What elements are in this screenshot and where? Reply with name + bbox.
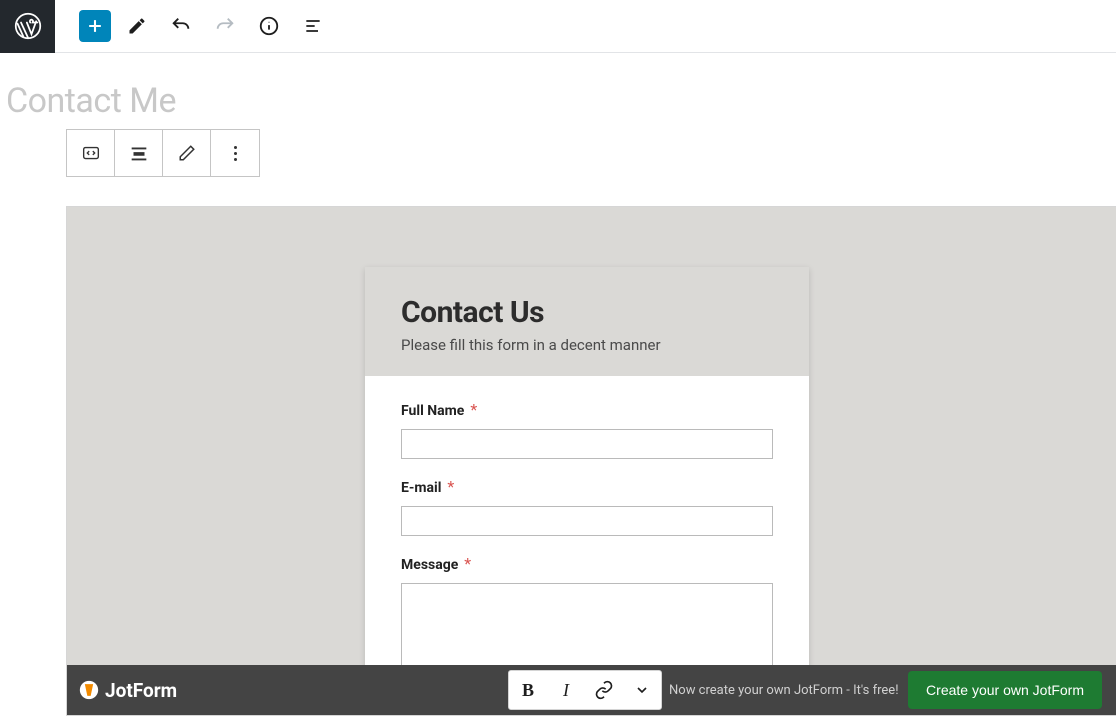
wordpress-icon — [14, 12, 42, 40]
required-mark: * — [464, 554, 471, 573]
pencil-icon — [127, 16, 147, 36]
block-more-button[interactable] — [211, 130, 259, 176]
link-icon — [594, 680, 614, 700]
italic-button[interactable]: I — [547, 671, 585, 709]
bold-button[interactable]: B — [509, 671, 547, 709]
page-title[interactable]: Contact Me — [0, 53, 1116, 121]
field-label: Full Name — [401, 403, 464, 419]
wordpress-logo[interactable] — [0, 0, 55, 53]
jotform-logo-icon — [79, 680, 99, 700]
undo-button[interactable] — [163, 8, 199, 44]
pencil-icon — [178, 144, 196, 162]
form-field-fullname: Full Name * — [401, 400, 773, 459]
jotform-brand-text: JotForm — [105, 679, 177, 702]
redo-icon — [214, 15, 236, 37]
embed-preview: Contact Us Please fill this form in a de… — [66, 206, 1116, 716]
align-icon — [128, 142, 150, 164]
block-edit-button[interactable] — [163, 130, 211, 176]
field-label: Message — [401, 557, 458, 573]
fullname-input[interactable] — [401, 429, 773, 459]
create-jotform-button[interactable]: Create your own JotForm — [908, 671, 1102, 709]
editor-toolbar — [0, 0, 1116, 53]
add-block-button[interactable] — [79, 10, 111, 42]
required-mark: * — [447, 477, 454, 496]
block-type-button[interactable] — [67, 130, 115, 176]
required-mark: * — [470, 400, 477, 419]
form-header: Contact Us Please fill this form in a de… — [365, 267, 809, 376]
field-label: E-mail — [401, 480, 441, 496]
undo-icon — [170, 15, 192, 37]
jotform-tagline: Now create your own JotForm - It's free! — [669, 683, 899, 698]
info-button[interactable] — [251, 8, 287, 44]
info-icon — [258, 15, 280, 37]
email-input[interactable] — [401, 506, 773, 536]
edit-mode-button[interactable] — [119, 8, 155, 44]
form-field-message: Message * — [401, 554, 773, 679]
more-icon — [234, 146, 237, 161]
contact-form: Contact Us Please fill this form in a de… — [365, 267, 809, 707]
form-subtitle: Please fill this form in a decent manner — [401, 336, 773, 354]
outline-icon — [303, 16, 323, 36]
form-field-email: E-mail * — [401, 477, 773, 536]
plus-icon — [85, 16, 105, 36]
redo-button[interactable] — [207, 8, 243, 44]
message-textarea[interactable] — [401, 583, 773, 675]
link-button[interactable] — [585, 671, 623, 709]
block-toolbar — [66, 129, 260, 177]
jotform-logo[interactable]: JotForm — [79, 679, 177, 702]
toolbar-buttons — [55, 8, 331, 44]
chevron-down-icon — [634, 682, 650, 698]
format-toolbar: B I — [508, 670, 662, 710]
outline-button[interactable] — [295, 8, 331, 44]
form-title: Contact Us — [401, 295, 773, 330]
more-format-button[interactable] — [623, 671, 661, 709]
html-icon — [80, 142, 102, 164]
jotform-bar: JotForm B I Now create your own JotForm … — [67, 665, 1116, 715]
form-body: Full Name * E-mail * Message * — [365, 376, 809, 707]
block-align-button[interactable] — [115, 130, 163, 176]
